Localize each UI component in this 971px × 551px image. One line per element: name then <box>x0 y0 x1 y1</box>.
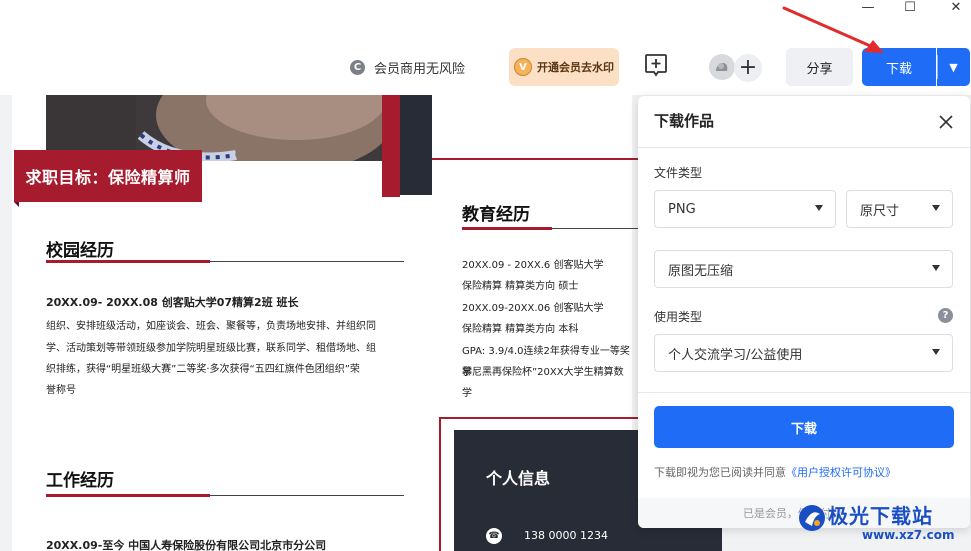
job-goal-banner[interactable]: 求职目标：保险精算师 <box>14 150 202 207</box>
education-line-4[interactable]: 保险精算 精算类方向 本科 <box>462 319 578 340</box>
watermark-site-name: 极光下载站 <box>828 504 933 528</box>
education-section-divider <box>462 227 642 230</box>
panel-close-button[interactable] <box>934 110 958 134</box>
confirm-download-button[interactable]: 下载 <box>654 406 954 448</box>
compression-value: 原图无压缩 <box>668 263 734 279</box>
campus-section-title[interactable]: 校园经历 <box>46 236 114 261</box>
download-panel: 下载作品 文件类型 PNG 原尺寸 原图无压缩 使用类型 ? 个人交流学习/公益… <box>638 96 970 528</box>
personal-info-title[interactable]: 个人信息 <box>486 465 550 489</box>
resume-page[interactable]: 求职目标：保险精算师 校园经历 20XX.09- 20XX.08 创客贴大学07… <box>12 95 722 551</box>
commercial-license-link[interactable]: C 会员商用无风险 <box>350 58 465 77</box>
add-collaborator-button[interactable]: + <box>734 54 762 82</box>
user-avatar-icon <box>716 62 728 71</box>
license-agreement-link[interactable]: 《用户授权许可协议》 <box>786 466 896 479</box>
education-line-1[interactable]: 20XX.09 - 20XX.6 创客贴大学 <box>462 255 603 276</box>
usage-type-select[interactable]: 个人交流学习/公益使用 <box>654 334 953 372</box>
compression-select[interactable]: 原图无压缩 <box>654 250 953 288</box>
file-format-select[interactable]: PNG <box>654 190 836 228</box>
phone-icon: ☎ <box>486 528 502 544</box>
campus-line-4[interactable]: 誉称号 <box>46 380 76 401</box>
caret-down-icon <box>815 205 823 211</box>
panel-divider <box>638 147 970 148</box>
usage-type-value: 个人交流学习/公益使用 <box>668 347 803 363</box>
education-divider-accent <box>462 227 552 230</box>
download-dropdown-button[interactable]: ▼ <box>937 48 970 86</box>
plus-icon: + <box>738 55 758 80</box>
education-line-3[interactable]: 20XX.09-20XX.06 创客贴大学 <box>462 298 603 319</box>
copyright-icon: C <box>350 60 365 75</box>
file-size-select[interactable]: 原尺寸 <box>846 190 953 228</box>
work-divider-accent <box>46 494 210 497</box>
caret-down-icon <box>932 349 940 355</box>
caret-down-icon: ▼ <box>949 60 958 74</box>
agreement-prefix: 下载即视为您已阅读并同意 <box>654 466 786 479</box>
file-size-value: 原尺寸 <box>860 203 900 219</box>
education-line-2[interactable]: 保险精算 精算类方向 硕士 <box>462 276 578 297</box>
site-watermark: 极光下载站 www.xz7.com <box>780 500 970 550</box>
campus-section-divider <box>46 260 404 263</box>
commercial-license-label: 会员商用无风险 <box>374 62 466 77</box>
usage-type-label: 使用类型 <box>654 310 703 324</box>
education-section-title[interactable]: 教育经历 <box>462 200 530 225</box>
top-toolbar: — ☐ ✕ C 会员商用无风险 V 开通会员去水印 + 分享 下载 ▼ <box>0 0 971 95</box>
help-icon[interactable]: ? <box>938 308 953 323</box>
vip-button-label: 开通会员去水印 <box>537 61 614 74</box>
maximize-button[interactable]: ☐ <box>890 0 930 15</box>
caret-down-icon <box>932 205 940 211</box>
header-red-line <box>432 158 642 160</box>
close-icon <box>939 115 953 129</box>
watermark-url: www.xz7.com <box>862 528 955 542</box>
vip-badge-icon: V <box>514 58 532 76</box>
watermark-logo-icon <box>799 505 825 531</box>
campus-entry-header[interactable]: 20XX.09- 20XX.08 创客贴大学07精算2班 班长 <box>46 292 299 313</box>
campus-line-1[interactable]: 组织、安排班级活动，如座谈会、班会、聚餐等，负责场地安排、并组织同 <box>46 316 376 337</box>
campus-line-3[interactable]: 织排练，获得“明星班级大赛”二等奖·多次获得“五四红旗件色团组织”荣 <box>46 359 360 380</box>
file-format-value: PNG <box>668 201 696 217</box>
red-pointer-arrow-icon <box>782 6 884 53</box>
work-section-title[interactable]: 工作经历 <box>46 466 114 491</box>
close-window-button[interactable]: ✕ <box>936 0 971 15</box>
work-section-divider <box>46 494 404 497</box>
file-type-label: 文件类型 <box>654 166 703 180</box>
panel-title: 下载作品 <box>654 112 715 130</box>
panel-divider <box>638 392 970 393</box>
campus-line-2[interactable]: 学、活动策划等带领班级参加学院明星班级比赛，联系同学、租借场地、组 <box>46 338 376 359</box>
header-red-strip <box>382 95 400 197</box>
header-dark-block <box>396 95 432 195</box>
campus-divider-accent <box>46 260 210 263</box>
education-line-6[interactable]: 慕尼黑再保险杯”20XX大学生精算数学 <box>462 362 632 404</box>
work-entry-header[interactable]: 20XX.09-至今 中国人寿保险股份有限公司北京市分公司 <box>46 535 326 551</box>
vip-remove-watermark-button[interactable]: V 开通会员去水印 <box>509 48 619 86</box>
agreement-note: 下载即视为您已阅读并同意《用户授权许可协议》 <box>654 464 896 480</box>
caret-down-icon <box>932 265 940 271</box>
comment-add-icon[interactable] <box>644 53 668 79</box>
avatar[interactable] <box>709 54 735 80</box>
phone-number[interactable]: 138 0000 1234 <box>524 529 608 542</box>
